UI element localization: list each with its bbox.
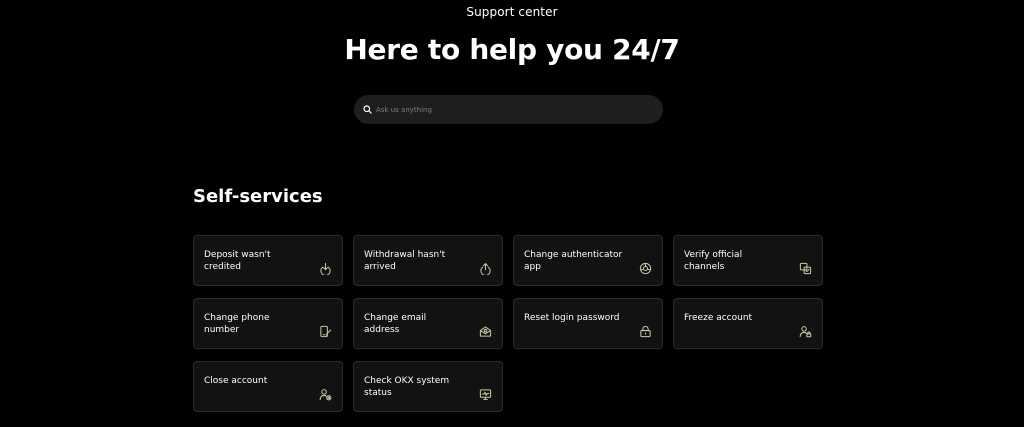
card-label: Withdrawal hasn't arrived <box>364 250 446 272</box>
search-input[interactable] <box>376 105 656 114</box>
withdrawal-icon <box>479 262 492 275</box>
support-page: Support center Here to help you 24/7 Sel… <box>0 0 1024 427</box>
card-label: Change email address <box>364 313 427 335</box>
card-change-phone[interactable]: Change phone number <box>193 298 343 349</box>
authenticator-icon <box>639 262 652 275</box>
card-label: Reset login password <box>524 313 620 323</box>
card-change-authenticator[interactable]: Change authenticator app <box>513 235 663 286</box>
card-deposit-not-credited[interactable]: Deposit wasn't credited <box>193 235 343 286</box>
card-label: Close account <box>204 376 268 386</box>
support-center-label: Support center <box>466 5 558 19</box>
verify-channels-icon <box>799 262 812 275</box>
page-title: Here to help you 24/7 <box>344 33 680 66</box>
search-bar[interactable] <box>354 95 663 124</box>
card-check-system-status[interactable]: Check OKX system status <box>353 361 503 412</box>
card-label: Verify official channels <box>684 250 743 272</box>
phone-edit-icon <box>319 325 332 338</box>
lock-icon <box>639 325 652 338</box>
card-label: Deposit wasn't credited <box>204 250 271 272</box>
card-label: Change phone number <box>204 313 270 335</box>
card-close-account[interactable]: Close account <box>193 361 343 412</box>
user-freeze-icon <box>799 325 812 338</box>
card-label: Change authenticator app <box>524 250 623 272</box>
card-label: Check OKX system status <box>364 376 450 398</box>
card-freeze-account[interactable]: Freeze account <box>673 298 823 349</box>
card-reset-password[interactable]: Reset login password <box>513 298 663 349</box>
card-verify-channels[interactable]: Verify official channels <box>673 235 823 286</box>
user-close-icon <box>319 388 332 401</box>
system-status-icon <box>479 388 492 401</box>
self-services-grid: Deposit wasn't credited Withdrawal hasn'… <box>193 235 825 412</box>
email-icon <box>479 325 492 338</box>
card-label: Freeze account <box>684 313 753 323</box>
self-services-heading: Self-services <box>193 186 323 207</box>
card-withdrawal-not-arrived[interactable]: Withdrawal hasn't arrived <box>353 235 503 286</box>
card-change-email[interactable]: Change email address <box>353 298 503 349</box>
search-icon <box>362 105 372 115</box>
deposit-icon <box>319 262 332 275</box>
